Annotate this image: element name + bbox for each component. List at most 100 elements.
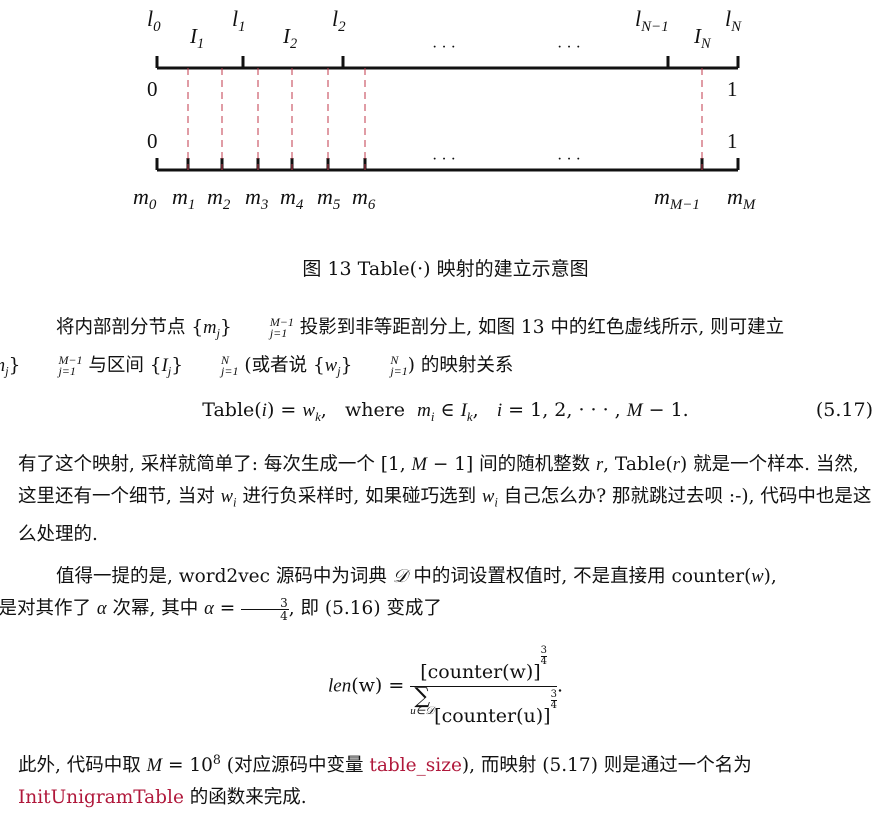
bottom-node-label: m1 [172,184,195,213]
text: 而是对其作了 [0,598,92,619]
math: 8 [212,752,221,767]
math: r [672,455,680,475]
text: [counter(u)] [434,705,551,727]
right-value-bottom: 1 [727,129,738,153]
text: 进行负采样时, 如果碰巧选到 [236,486,483,507]
text: (w) = [351,674,411,697]
equation-number: (5.17) [815,399,873,421]
text: , where [320,399,418,421]
sum-index: u∈𝒟 [410,705,435,717]
left-value-top: 0 [147,77,158,101]
bottom-node-label: m2 [207,184,231,213]
text: 的函数来完成. [183,787,307,809]
limits: M−1 j=1 [20,354,82,378]
numerator: 3 [241,597,289,610]
text: , Table( [603,454,673,475]
bottom-node-label: m5 [317,184,341,213]
math: m [417,400,431,421]
fraction: 34 [241,597,289,622]
math: w [482,487,495,507]
text: 中的词设置权值时, 不是直接用 counter( [407,566,752,587]
math: w [324,355,338,376]
text: (或者说 { [238,354,325,376]
paragraph-1: 将内部剖分节点 {mj} M−1 j=1 投影到非等距剖分上, 如图 13 中的红色… [0,312,873,387]
text: − 1] 间的随机整数 [426,454,596,475]
exp-den: 4 [550,700,557,711]
denominator: ∑ u∈𝒟 [counter(u)] 3 4 [410,684,557,727]
text: [counter(w)] [420,661,541,683]
sub: j=1 [390,363,408,378]
figure-caption: 图 13 Table(·) 映射的建立示意图 [302,258,589,280]
variable-link[interactable]: table_size [369,755,462,776]
numerator: [counter(w)] 3 4 [410,646,557,687]
text: , [472,399,497,421]
function-link[interactable]: InitUnigramTable [18,787,184,808]
text: } [220,317,232,338]
top-node-label: l2 [332,6,346,35]
text: ), [763,566,777,587]
text: } [8,354,21,376]
sum-symbol: ∑ [414,684,431,709]
math: m [203,318,217,338]
ellipsis-bottom-2: · · · [557,151,581,168]
text: Table( [202,399,262,421]
interval-label: I1 [189,24,204,52]
sub: j=1 [58,363,76,378]
math: α [96,599,107,619]
text: 值得一提的是, word2vec 源码中为词典 [56,566,393,587]
math: M [626,400,643,421]
text: 投影到非等距剖分上, 如图 13 中的红色虚线所示, 则可建立 [293,317,785,338]
equation-5-17: Table(i) = wk, where mi ∈ Ik, i = 1, 2, … [18,399,873,425]
limits: Nj=1 [183,354,239,378]
denominator: 4 [280,608,288,623]
text: 与区间 { [82,354,162,376]
math: α [204,599,214,619]
text: − 1. [642,399,689,421]
text: ) 的映射关系 [407,354,514,376]
bottom-node-label: m6 [352,184,376,213]
text: } [171,354,184,376]
left-value-bottom: 0 [147,129,158,153]
diagram-labels: l0 l1 l2 lN−1 lN I1 I2 IN · · · · · · · · · · · · 0 0… [133,6,757,213]
ellipsis-top-1: · · · [432,39,456,56]
paragraph-4: 此外, 代码中取 M = 108 (对应源码中变量 table_size), 而… [18,744,873,813]
text: ), 而映射 (5.17) 则是通过一个名为 [461,755,752,777]
sub: j=1 [269,326,288,340]
exponent: 34 [540,646,548,667]
exp-den: 4 [540,656,548,667]
ellipsis-bottom-1: · · · [432,151,456,168]
paragraph-3: 值得一提的是, word2vec 源码中为词典 𝒟 中的词设置权值时, 不是直接… [0,561,873,625]
text: = [213,598,242,619]
top-node-label: lN−1 [635,6,669,35]
sum: ∑ u∈𝒟 [410,684,435,718]
equation-len: len(w) = [counter(w)] 3 4 ∑ u∈𝒟 [counter(u)]… [18,646,873,728]
text: , 即 (5.16) 变成了 [288,598,442,619]
limits: Nj=1 [352,354,408,378]
text: ) = [266,399,303,421]
limits: M−1 j=1 [232,316,294,340]
paragraph-2: 有了这个映射, 采样就简单了: 每次生成一个 [1, M − 1] 间的随机整数… [18,449,873,550]
text: } [340,354,353,376]
text: 有了这个映射, 采样就简单了: 每次生成一个 [1, [18,454,412,475]
interval-mapping-diagram: l0 l1 l2 lN−1 lN I1 I2 IN · · · · · · · · · · · · 0 0… [133,6,757,213]
math: 𝒟 [392,567,408,587]
text: 将内部剖分节点 { [56,317,204,338]
ellipsis-top-2: · · · [557,39,581,56]
math: M [146,756,163,777]
top-node-label: l0 [147,6,161,35]
right-value-top: 1 [727,77,738,101]
top-node-label: lN [725,6,742,35]
text: ∈ [434,399,461,421]
bottom-node-label: mM−1 [654,184,700,213]
sub: j=1 [221,363,239,378]
interval-label: I2 [282,24,297,52]
text: 此外, 代码中取 [18,755,147,777]
top-node-label: l1 [232,6,246,35]
text: 次幂, 其中 [106,598,205,619]
math: w [302,400,316,421]
math: len [327,675,352,697]
bottom-node-label: m4 [280,184,304,213]
text: . [556,674,563,697]
fraction: [counter(w)] 3 4 ∑ u∈𝒟 [counter(u)] 3 4 [410,646,557,727]
text: = 10 [162,755,213,777]
